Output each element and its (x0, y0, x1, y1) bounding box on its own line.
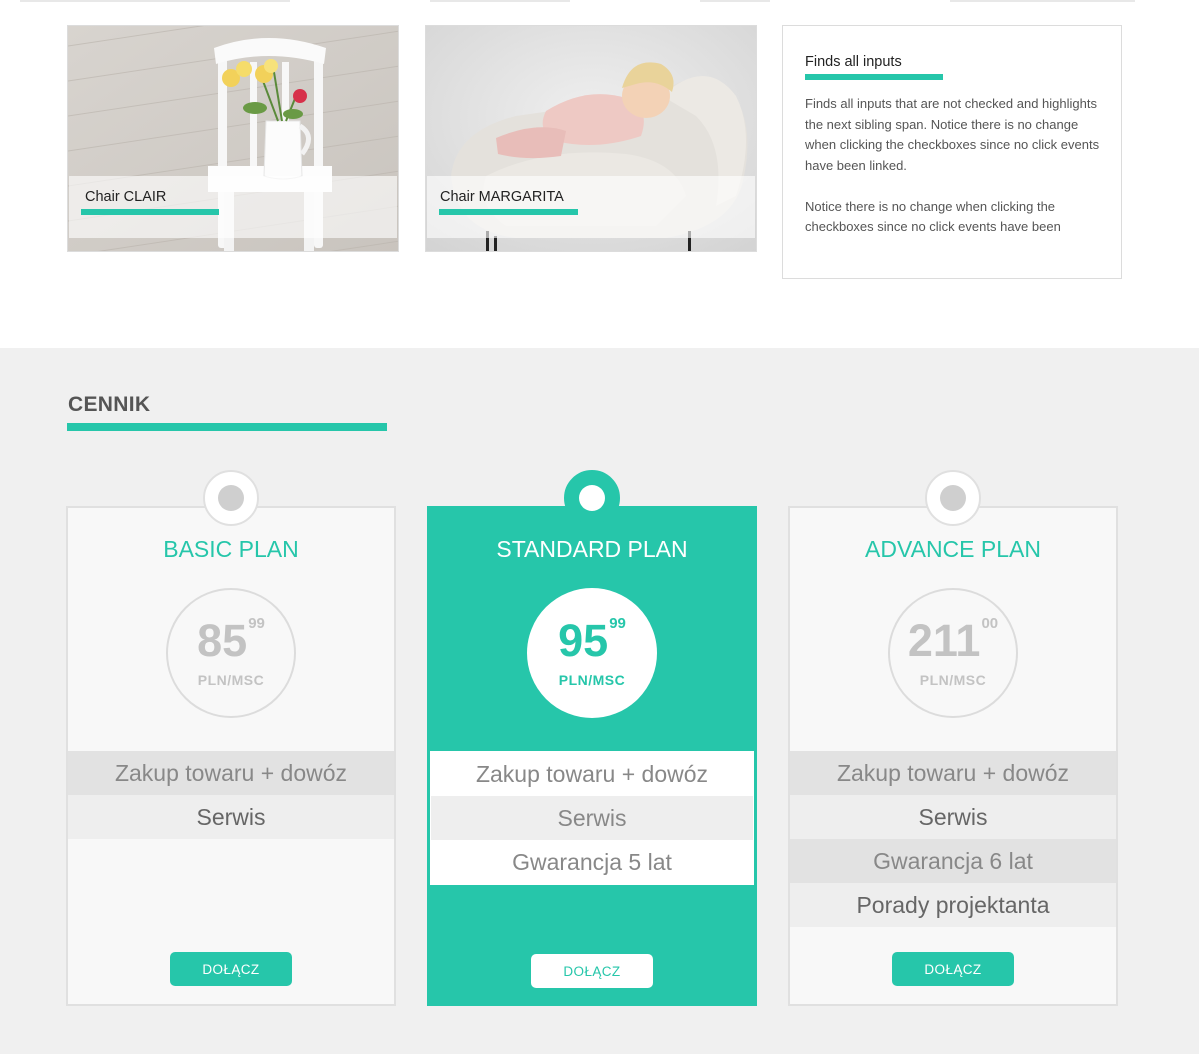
feature-item: Serwis (68, 795, 394, 839)
feature-item: Zakup towaru + dowóz (790, 751, 1116, 795)
gallery-item-chair-margarita[interactable]: Chair MARGARITA (425, 25, 757, 252)
price-circle: 9599 PLN/MSC (527, 588, 657, 718)
price-cents: 99 (248, 615, 265, 632)
feature-item: Gwarancja 5 lat (431, 840, 753, 884)
gallery-item-title: Chair MARGARITA (440, 189, 564, 205)
plan-card-advance: ADVANCE PLAN 21100 PLN/MSC Zakup towaru … (788, 470, 1118, 1006)
previous-section-remnant (700, 0, 770, 2)
feature-item: Serwis (790, 795, 1116, 839)
price-cents: 00 (981, 615, 999, 632)
price-unit: PLN/MSC (197, 672, 265, 688)
info-text: Finds all inputs that are not checked an… (805, 94, 1105, 258)
info-paragraph: Finds all inputs that are not checked an… (805, 96, 1100, 173)
price: 8599 (168, 615, 294, 666)
info-box: Finds all inputs Finds all inputs that a… (782, 25, 1122, 279)
feature-item: Gwarancja 6 lat (790, 839, 1116, 883)
plan-hook (925, 470, 981, 526)
feature-item: Porady projektanta (790, 883, 1116, 927)
feature-item: Serwis (431, 796, 753, 840)
feature-list: Zakup towaru + dowóz Serwis Gwarancja 6 … (790, 751, 1116, 927)
section-title: CENNIK (68, 393, 151, 416)
price: 21100 (890, 615, 1016, 666)
info-paragraph: Notice there is no change when clicking … (805, 198, 1061, 235)
info-title: Finds all inputs (805, 54, 902, 70)
price-amount: 211 (907, 615, 981, 666)
price-unit: PLN/MSC (919, 672, 987, 688)
gallery-item-title: Chair CLAIR (85, 189, 167, 205)
title-underline (439, 209, 578, 215)
price-amount: 95 (558, 615, 609, 666)
hook-dot-icon (579, 485, 605, 511)
caption-band (427, 176, 755, 238)
plan-name: ADVANCE PLAN (865, 536, 1041, 562)
caption-band (69, 176, 397, 238)
price-unit: PLN/MSC (558, 672, 626, 688)
join-button[interactable]: DOŁĄCZ (531, 954, 653, 988)
plan-name: BASIC PLAN (163, 536, 299, 562)
price-cents: 99 (609, 615, 626, 632)
plan-card-standard: STANDARD PLAN 9599 PLN/MSC Zakup towaru … (427, 470, 757, 1006)
price-amount: 85 (197, 615, 248, 666)
plan-hook (203, 470, 259, 526)
plan-hook (564, 470, 620, 526)
feature-item: Zakup towaru + dowóz (431, 752, 753, 796)
gallery-section: Chair CLAIR Chair MARGARITA Finds all in… (0, 0, 1199, 348)
section-title-underline (67, 423, 387, 431)
price-circle: 8599 PLN/MSC (166, 588, 296, 718)
previous-section-remnant (430, 0, 570, 2)
title-underline (805, 74, 943, 80)
title-underline (81, 209, 219, 215)
plan-name: STANDARD PLAN (496, 536, 688, 562)
gallery-item-chair-clair[interactable]: Chair CLAIR (67, 25, 399, 252)
previous-section-remnant (20, 0, 290, 2)
join-button[interactable]: DOŁĄCZ (170, 952, 292, 986)
feature-item: Zakup towaru + dowóz (68, 751, 394, 795)
join-button[interactable]: DOŁĄCZ (892, 952, 1014, 986)
hook-dot-icon (940, 485, 966, 511)
hook-dot-icon (218, 485, 244, 511)
plan-card-basic: BASIC PLAN 8599 PLN/MSC Zakup towaru + d… (66, 470, 396, 1006)
price-circle: 21100 PLN/MSC (888, 588, 1018, 718)
feature-list: Zakup towaru + dowóz Serwis Gwarancja 5 … (430, 751, 754, 885)
price: 9599 (529, 615, 655, 666)
pricing-section: CENNIK BASIC PLAN 8599 PLN/MSC Zakup tow… (0, 348, 1199, 1054)
previous-section-remnant (950, 0, 1135, 2)
feature-list: Zakup towaru + dowóz Serwis (68, 751, 394, 839)
